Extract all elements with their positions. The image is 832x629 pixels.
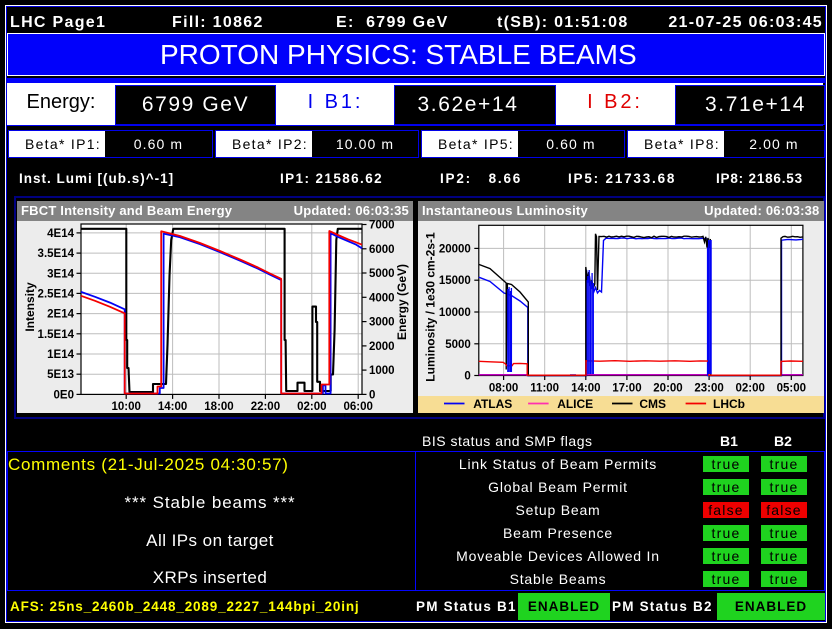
svg-text:1.5E14: 1.5E14 <box>38 329 75 341</box>
svg-text:17:00: 17:00 <box>612 382 641 394</box>
svg-text:Intensity: Intensity <box>23 282 37 332</box>
svg-text:4000: 4000 <box>369 292 395 304</box>
svg-text:ALICE: ALICE <box>557 397 593 411</box>
svg-text:22:00: 22:00 <box>251 401 280 413</box>
svg-text:Luminosity / 1e30 cm-2s-1: Luminosity / 1e30 cm-2s-1 <box>424 232 438 382</box>
svg-text:2E14: 2E14 <box>47 309 74 321</box>
svg-text:0: 0 <box>464 371 470 383</box>
svg-text:11:00: 11:00 <box>530 382 559 394</box>
svg-text:1000: 1000 <box>369 365 395 377</box>
svg-text:18:00: 18:00 <box>204 401 233 413</box>
svg-text:14:00: 14:00 <box>571 382 600 394</box>
svg-text:4E14: 4E14 <box>47 228 74 240</box>
svg-text:Energy (GeV): Energy (GeV) <box>395 264 409 340</box>
svg-text:20:00: 20:00 <box>653 382 682 394</box>
svg-text:10000: 10000 <box>439 307 471 319</box>
svg-text:15000: 15000 <box>439 275 471 287</box>
svg-text:06:00: 06:00 <box>343 401 372 413</box>
svg-text:7000: 7000 <box>369 220 395 232</box>
svg-text:2.5E14: 2.5E14 <box>38 288 75 300</box>
svg-text:CMS: CMS <box>639 397 666 411</box>
svg-text:1E14: 1E14 <box>47 349 74 361</box>
svg-text:0: 0 <box>369 389 375 401</box>
svg-text:3.5E14: 3.5E14 <box>38 248 75 260</box>
svg-text:0E0: 0E0 <box>54 389 74 401</box>
svg-text:08:00: 08:00 <box>489 382 518 394</box>
svg-text:14:00: 14:00 <box>158 401 187 413</box>
svg-text:2000: 2000 <box>369 341 395 353</box>
svg-text:23:00: 23:00 <box>694 382 723 394</box>
svg-text:20000: 20000 <box>439 243 471 255</box>
svg-text:LHCb: LHCb <box>713 397 745 411</box>
svg-text:5000: 5000 <box>445 339 471 351</box>
svg-text:3000: 3000 <box>369 317 395 329</box>
svg-text:10:00: 10:00 <box>111 401 140 413</box>
svg-text:5000: 5000 <box>369 268 395 280</box>
svg-text:02:00: 02:00 <box>297 401 326 413</box>
svg-text:6000: 6000 <box>369 244 395 256</box>
svg-text:ATLAS: ATLAS <box>473 397 512 411</box>
svg-text:5E13: 5E13 <box>47 369 74 381</box>
svg-text:05:00: 05:00 <box>777 382 806 394</box>
svg-text:02:00: 02:00 <box>735 382 764 394</box>
svg-text:3E14: 3E14 <box>47 268 74 280</box>
